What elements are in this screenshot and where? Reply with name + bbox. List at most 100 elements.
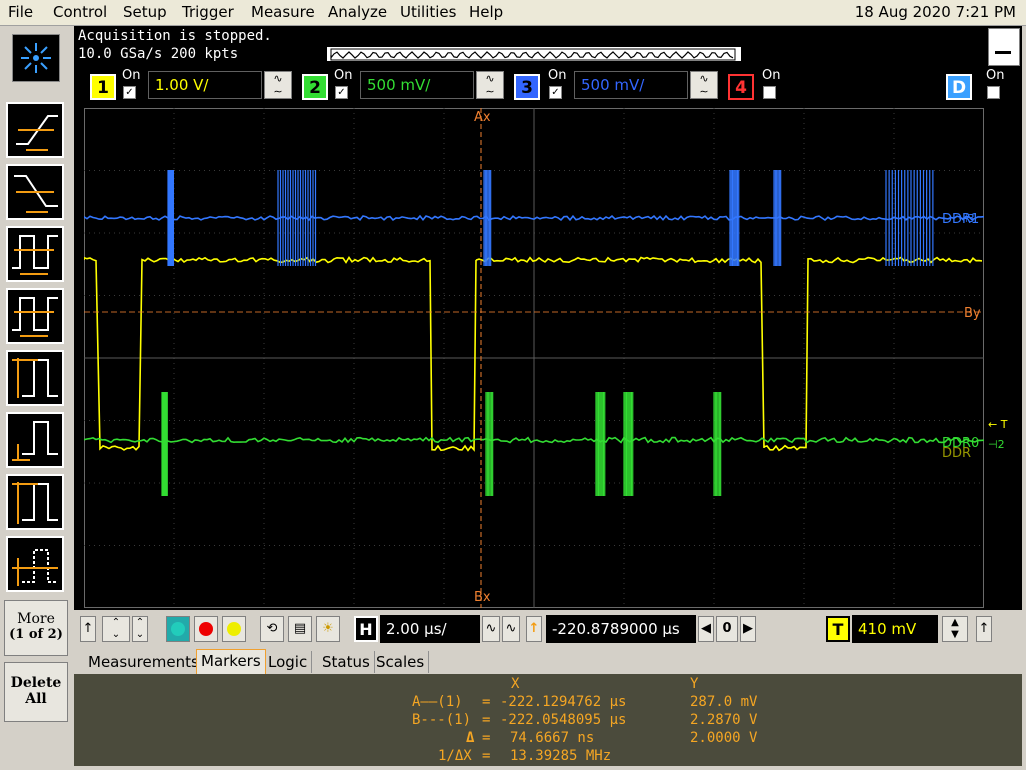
menu-control[interactable]: Control [53,3,107,21]
menu-setup[interactable]: Setup [123,3,167,21]
menu-analyze[interactable]: Analyze [328,3,387,21]
menu-trigger[interactable]: Trigger [182,3,234,21]
marker-a-x: -222.1294762 µs [500,694,626,710]
marker-b-y: 2.2870 V [690,712,757,728]
channel-1-button[interactable]: 1 [90,74,116,100]
scroll-up-button[interactable]: ↑ [80,616,96,642]
trigger-button[interactable]: T [826,616,850,642]
marker-ax-label[interactable]: Ax [474,110,491,125]
channel-4-button[interactable]: 4 [728,74,754,100]
channel-2-scale[interactable]: 500 mV/ [360,71,474,99]
delta-y: 2.0000 V [690,730,757,746]
menu-file[interactable]: File [8,3,33,21]
marker-a-y: 287.0 mV [690,694,757,710]
eq: = [482,694,490,710]
channel-3-coupling-button[interactable]: ∿ ∼ [690,71,718,99]
trigger-level-stepper[interactable]: ▲ ▼ [942,616,968,642]
more-button[interactable]: More (1 of 2) [4,600,68,656]
marker-bx-label[interactable]: Bx [474,590,491,605]
delay-reference-icon[interactable]: ↑ [526,616,542,642]
eq: = [482,730,490,746]
channel-1-scale[interactable]: 1.00 V/ [148,71,262,99]
trigger-level-value[interactable]: 410 mV [852,615,938,643]
timebase-coarse-button[interactable]: ∿ [502,616,520,642]
all-label: All [5,691,67,707]
timebase-value[interactable]: 2.00 µs/ [380,615,480,643]
channel-1-on-label: On [122,68,140,83]
channel-1-checkbox[interactable]: ✓ [123,86,136,99]
tab-markers[interactable]: Markers [196,649,266,675]
waveform-display[interactable]: Ax Bx By DDR1 ⊣3 DDR DDR0 ← T ⊣2 [74,104,1022,612]
menu-measure[interactable]: Measure [251,3,315,21]
inverse-delta-x: 13.39285 MHz [510,748,611,764]
delay-value[interactable]: -220.8789000 µs [546,615,696,643]
horizontal-button[interactable]: H [354,616,378,642]
fall-time-icon[interactable] [6,164,64,220]
channel-2-checkbox[interactable]: ✓ [335,86,348,99]
results-tabs: Measurements Markers Logic Status Scales [74,648,1022,674]
delay-right-button[interactable]: ▶ [740,616,756,642]
zoom-stepper[interactable]: ⌃ ⌄ [102,616,130,642]
eq: = [482,748,490,764]
tab-scales[interactable]: Scales [372,651,429,673]
channel-controls: 1 On ✓ 1.00 V/ ∿ ∼ 2 On ✓ 500 mV/ ∿ ∼ 3 On… [74,68,1022,104]
channel-4-checkbox[interactable] [763,86,776,99]
tab-status[interactable]: Status [318,651,375,673]
marker-b-label: B---(1) [412,712,471,728]
minimize-button[interactable] [988,28,1020,66]
period-icon[interactable] [6,226,64,282]
trigger-level-icon[interactable]: ← T [988,418,1007,431]
delta-label: Δ [466,730,474,746]
graticule [84,108,984,608]
channel-3-scale[interactable]: 500 mV/ [574,71,688,99]
timebase-fine-button[interactable]: ∿ [482,616,500,642]
brightness-icon[interactable]: ☀ [316,616,340,642]
channel-3-checkbox[interactable]: ✓ [549,86,562,99]
trigger-up-button[interactable]: ↑ [976,616,992,642]
stop-button[interactable] [194,616,218,642]
rise-time-icon[interactable] [6,102,64,158]
channel-1-coupling-button[interactable]: ∿ ∼ [264,71,292,99]
channel-3-button[interactable]: 3 [514,74,540,100]
channel-2-button[interactable]: 2 [302,74,328,100]
autoscale-icon[interactable]: ⟲ [260,616,284,642]
digital-button[interactable]: D [946,74,972,100]
menu-help[interactable]: Help [469,3,503,21]
tab-measurements[interactable]: Measurements [84,651,204,673]
acquisition-status-bar: Acquisition is stopped. 10.0 GSa/s 200 k… [74,26,1022,68]
channel-2-on-label: On [334,68,352,83]
acquisition-status: Acquisition is stopped. [78,28,272,44]
channel-3-on-label: On [548,68,566,83]
digital-on-label: On [986,68,1004,83]
waveform-overview[interactable] [326,46,742,62]
menu-utilities[interactable]: Utilities [400,3,456,21]
amplitude-icon[interactable] [6,412,64,468]
channel-4-on-label: On [762,68,780,83]
fine-stepper[interactable]: ⌃ ⌄ [132,616,148,642]
left-toolbar: More (1 of 2) Delete All [0,26,74,770]
menu-bar: File Control Setup Trigger Measure Analy… [0,0,1026,26]
frequency-icon[interactable] [6,288,64,344]
readout-header-y: Y [690,676,698,692]
maximum-icon[interactable] [6,474,64,530]
channel-2-coupling-button[interactable]: ∿ ∼ [476,71,504,99]
channel-1-trace [84,258,982,451]
datetime: 18 Aug 2020 7:21 PM [855,3,1016,21]
inverse-delta-label: 1/ΔX [438,748,472,764]
delete-label: Delete [5,675,67,691]
single-button[interactable] [222,616,246,642]
print-icon[interactable]: ▤ [288,616,312,642]
delay-zero-button[interactable]: 0 [716,616,738,642]
peak-peak-icon[interactable] [6,350,64,406]
digital-checkbox[interactable] [987,86,1000,99]
channel-2-ground-icon[interactable]: ⊣2 [988,438,1005,451]
run-button[interactable] [166,616,190,642]
delay-left-button[interactable]: ◀ [698,616,714,642]
marker-by-label[interactable]: By [964,306,981,321]
sample-rate: 10.0 GSa/s 200 kpts [78,46,238,62]
average-icon[interactable] [6,536,64,592]
tab-logic[interactable]: Logic [264,651,312,673]
logo-icon [12,34,60,82]
channel-3-ground-icon[interactable]: ⊣3 [958,212,975,225]
delete-all-button[interactable]: Delete All [4,662,68,722]
